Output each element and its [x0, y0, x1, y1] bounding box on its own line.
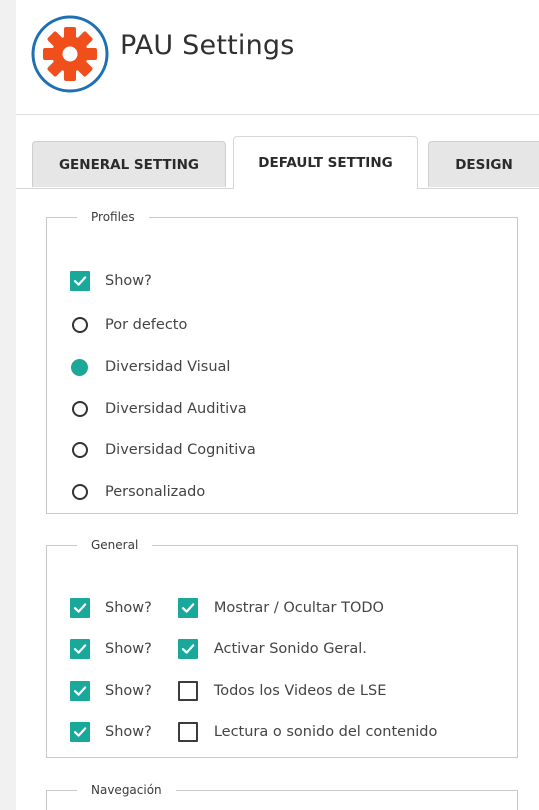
profile-option-diversidad-auditiva[interactable]: Diversidad Auditiva	[72, 397, 247, 421]
radio-diversidad-cognitiva[interactable]	[72, 442, 88, 458]
profiles-legend: Profiles	[91, 210, 135, 224]
mostrar-ocultar-todo-checkbox[interactable]	[177, 598, 198, 618]
profile-option-personalizado[interactable]: Personalizado	[72, 480, 205, 504]
check-icon	[73, 727, 87, 737]
show-label: Show?	[105, 683, 152, 699]
profiles-show-checkbox[interactable]	[70, 271, 90, 291]
lectura-sonido-checkbox[interactable]	[177, 722, 198, 742]
general-group: General Show? Mostrar / Ocultar TODO Sho…	[46, 538, 518, 758]
check-icon	[73, 276, 87, 286]
tab-general-setting[interactable]: GENERAL SETTING	[32, 141, 226, 187]
tab-default-setting[interactable]: DEFAULT SETTING	[233, 136, 418, 189]
radio-por-defecto[interactable]	[72, 317, 88, 333]
show-checkbox[interactable]	[70, 722, 90, 742]
page: PAU Settings GENERAL SETTING DEFAULT SET…	[0, 0, 539, 810]
show-label: Show?	[105, 724, 152, 740]
radio-diversidad-visual[interactable]	[71, 358, 88, 376]
show-label: Show?	[105, 600, 152, 616]
check-icon	[73, 603, 87, 613]
radio-diversidad-auditiva[interactable]	[72, 401, 88, 417]
profile-label: Personalizado	[105, 484, 206, 500]
profile-option-diversidad-cognitiva[interactable]: Diversidad Cognitiva	[72, 438, 256, 462]
tab-bar: GENERAL SETTING DEFAULT SETTING DESIGN	[16, 136, 539, 189]
general-legend: General	[91, 538, 139, 552]
show-label: Show?	[105, 641, 152, 657]
profile-label: Diversidad Visual	[105, 359, 231, 375]
show-checkbox[interactable]	[70, 681, 90, 701]
app-title: PAU Settings	[120, 30, 295, 61]
profiles-show-label: Show?	[105, 273, 152, 289]
profiles-group: Profiles Show? Por defecto Diversidad Vi…	[46, 210, 518, 514]
settings-panel: PAU Settings GENERAL SETTING DEFAULT SET…	[16, 0, 539, 810]
show-checkbox[interactable]	[70, 598, 90, 618]
general-row: Show? Activar Sonido Geral.	[70, 637, 367, 661]
general-row: Show? Mostrar / Ocultar TODO	[70, 596, 384, 620]
profile-label: Por defecto	[105, 317, 188, 333]
navegacion-legend: Navegación	[91, 783, 162, 797]
profile-label: Diversidad Cognitiva	[105, 442, 256, 458]
activar-sonido-checkbox[interactable]	[177, 639, 198, 659]
option-label: Activar Sonido Geral.	[213, 641, 367, 657]
show-checkbox[interactable]	[70, 639, 90, 659]
general-row: Show? Todos los Videos de LSE	[70, 679, 386, 703]
check-icon	[73, 686, 87, 696]
profile-option-diversidad-visual[interactable]: Diversidad Visual	[71, 355, 230, 379]
radio-personalizado[interactable]	[72, 484, 88, 500]
option-label: Lectura o sonido del contenido	[213, 724, 438, 740]
tab-design[interactable]: DESIGN	[428, 141, 539, 187]
check-icon	[73, 644, 87, 654]
option-label: Todos los Videos de LSE	[213, 683, 387, 699]
gear-icon	[31, 15, 109, 93]
general-row: Show? Lectura o sonido del contenido	[70, 720, 437, 744]
check-icon	[181, 644, 195, 654]
navegacion-group: Navegación	[46, 783, 518, 810]
profile-label: Diversidad Auditiva	[105, 401, 247, 417]
todos-videos-lse-checkbox[interactable]	[177, 681, 198, 701]
option-label: Mostrar / Ocultar TODO	[213, 600, 384, 616]
profiles-show-row: Show?	[70, 269, 152, 293]
profile-option-por-defecto[interactable]: Por defecto	[72, 313, 187, 337]
check-icon	[181, 603, 195, 613]
header: PAU Settings	[16, 0, 539, 114]
header-divider	[16, 114, 539, 115]
